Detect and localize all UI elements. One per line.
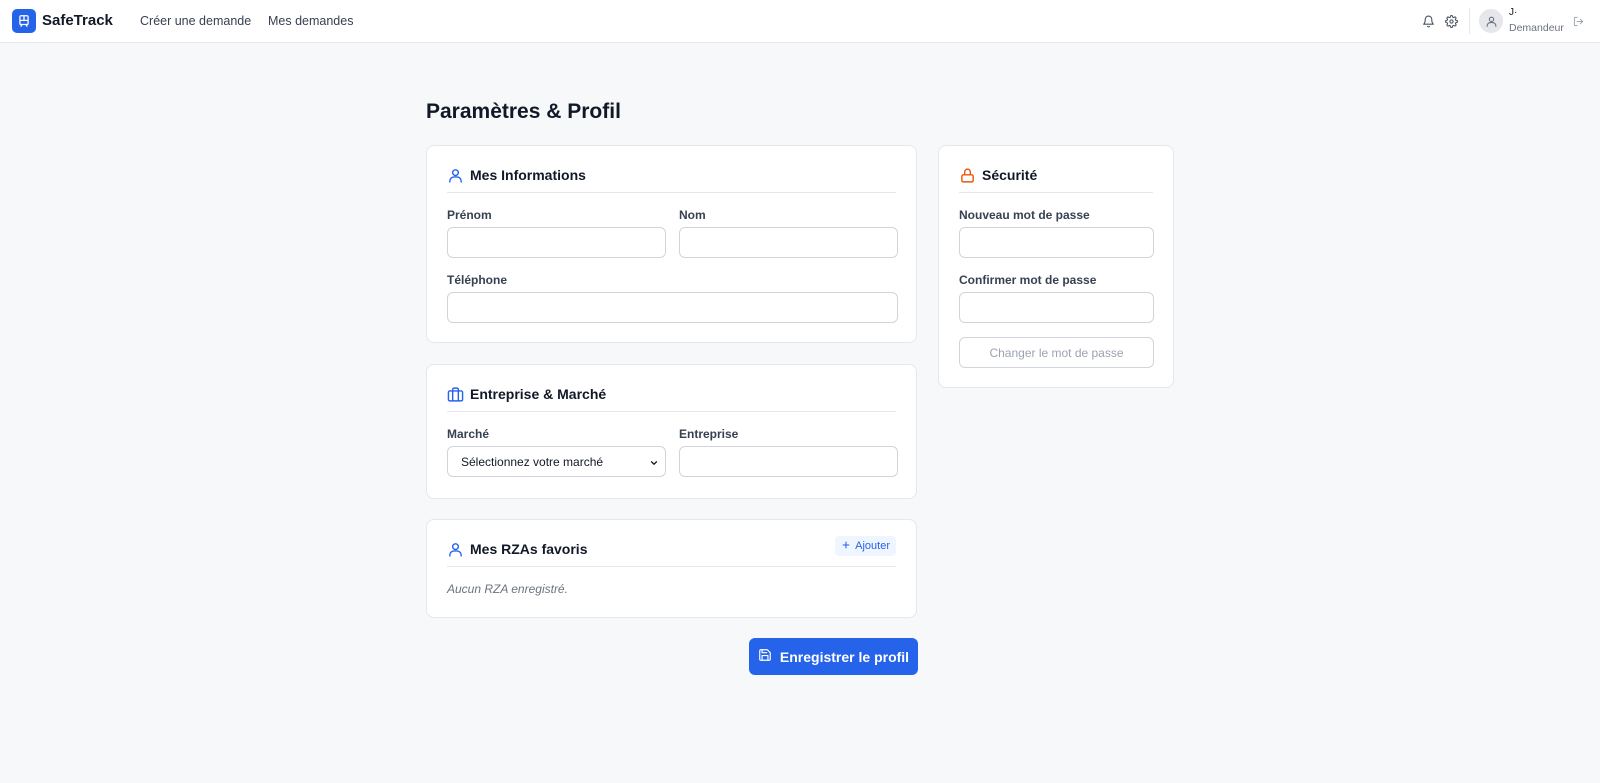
new-password-field[interactable] [959,227,1154,258]
info-card-header: Mes Informations [447,166,896,193]
favorites-card-title: Mes RZAs favoris [470,541,588,557]
briefcase-icon [447,386,464,403]
nav-create-request[interactable]: Créer une demande [140,14,251,28]
page-title: Paramètres & Profil [426,100,621,123]
last-name-label: Nom [679,208,706,222]
chevron-down-icon [649,457,659,471]
first-name-label: Prénom [447,208,492,222]
add-rza-label: Ajouter [855,540,890,552]
avatar[interactable] [1479,9,1503,33]
company-label: Entreprise [679,427,739,441]
phone-field[interactable] [447,292,898,323]
logout-icon[interactable] [1571,12,1585,30]
market-label: Marché [447,427,490,441]
confirm-password-field[interactable] [959,292,1154,323]
plus-icon [841,540,851,553]
market-select[interactable]: Sélectionnez votre marché [447,446,666,477]
user-icon [447,541,464,558]
lock-icon [959,167,976,184]
favorites-empty-message: Aucun RZA enregistré. [447,582,568,596]
favorites-card-header: Mes RZAs favoris Ajouter [447,536,896,567]
brand-name[interactable]: SafeTrack [42,12,113,29]
save-profile-button[interactable]: Enregistrer le profil [749,638,918,675]
user-icon [447,167,464,184]
gear-icon[interactable] [1442,12,1460,30]
add-rza-button[interactable]: Ajouter [835,536,896,556]
company-field[interactable] [679,446,898,477]
first-name-field[interactable] [447,227,666,258]
security-card-header: Sécurité [959,166,1153,193]
market-selected-value: Sélectionnez votre marché [461,454,604,469]
user-name: J· [1509,7,1518,18]
confirm-password-label: Confirmer mot de passe [959,273,1097,287]
nav-my-requests[interactable]: Mes demandes [268,14,353,28]
bell-icon[interactable] [1419,12,1437,30]
new-password-label: Nouveau mot de passe [959,208,1090,222]
change-password-button[interactable]: Changer le mot de passe [959,337,1154,368]
favorites-card: Mes RZAs favoris Ajouter Aucun RZA enreg… [426,519,917,618]
user-role: Demandeur [1509,22,1564,34]
bus-icon[interactable] [12,9,36,33]
top-navigation-bar: SafeTrack Créer une demande Mes demandes… [0,0,1600,43]
header-divider [1469,8,1470,34]
phone-label: Téléphone [447,273,508,287]
security-card: Sécurité Nouveau mot de passe Confirmer … [938,145,1174,388]
company-card-title: Entreprise & Marché [470,386,607,402]
security-card-title: Sécurité [982,167,1038,183]
save-profile-label: Enregistrer le profil [779,648,910,665]
company-card-header: Entreprise & Marché [447,385,896,412]
last-name-field[interactable] [679,227,898,258]
info-card: Mes Informations Prénom Nom Téléphone [426,145,917,343]
info-card-title: Mes Informations [470,167,586,183]
save-icon [758,648,772,665]
company-card: Entreprise & Marché Marché Sélectionnez … [426,364,917,499]
